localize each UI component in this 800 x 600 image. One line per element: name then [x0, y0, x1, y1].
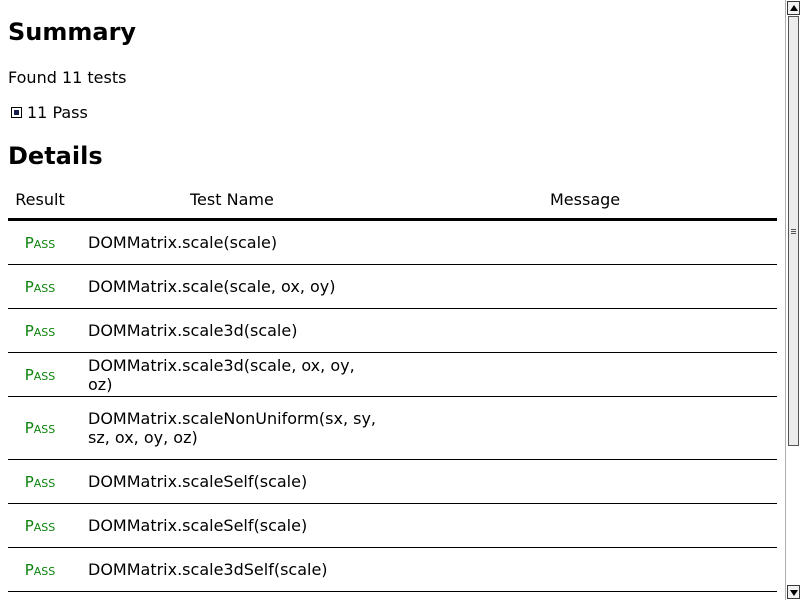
message-cell — [392, 219, 777, 265]
test-results-page: Summary Found 11 tests 11 Pass Details R… — [0, 0, 784, 600]
result-cell: Pass — [8, 547, 72, 592]
message-column-header: Message — [392, 180, 777, 221]
result-cell: Pass — [8, 396, 72, 460]
test-name-text: DOMMatrix.scaleNonUniform(sx, sy, sz, ox… — [88, 409, 377, 447]
pass-filter[interactable]: 11 Pass — [11, 103, 88, 122]
scrollbar-thumb[interactable] — [788, 16, 799, 446]
test-name-cell: DOMMatrix.scale3d(scale) — [72, 308, 392, 353]
pass-count-label: 11 Pass — [27, 103, 88, 122]
test-name-text: DOMMatrix.scale3d(scale) — [88, 321, 298, 340]
result-cell: Pass — [8, 308, 72, 353]
test-name-cell: DOMMatrix.scale3dSelf(scale) — [72, 547, 392, 592]
table-row: Pass DOMMatrix.scale3d(scale) — [8, 308, 777, 353]
test-name-text: DOMMatrix.scale3d(scale, ox, oy, oz) — [88, 355, 355, 394]
table-row: Pass DOMMatrix.scale(scale) — [8, 219, 777, 265]
result-cell: Pass — [8, 264, 72, 309]
test-name-text: DOMMatrix.scaleSelf(scale) — [88, 516, 308, 535]
arrow-up-icon — [790, 5, 798, 11]
grip-line — [791, 231, 796, 232]
test-name-cell: DOMMatrix.scaleSelf(scale) — [72, 503, 392, 548]
test-name-cell: DOMMatrix.scale(scale) — [72, 219, 392, 265]
pass-checkbox[interactable] — [11, 107, 22, 118]
message-cell — [392, 308, 777, 353]
result-cell: Pass — [8, 459, 72, 504]
table-row: Pass DOMMatrix.scale(scale, ox, oy) — [8, 264, 777, 309]
test-name-text: DOMMatrix.scaleSelf(scale) — [88, 472, 308, 491]
test-name-column-header: Test Name — [72, 180, 392, 221]
message-cell — [392, 547, 777, 592]
test-name-cell: DOMMatrix.scale3d(scale, ox, oy, oz) — [72, 352, 392, 397]
arrow-down-icon — [790, 590, 798, 596]
test-name-cell: DOMMatrix.scaleSelf(scale) — [72, 459, 392, 504]
message-cell — [392, 503, 777, 548]
test-name-text: DOMMatrix.scale(scale) — [88, 233, 278, 252]
details-heading: Details — [8, 142, 103, 170]
message-cell — [392, 264, 777, 309]
grip-line — [791, 233, 796, 234]
message-cell — [392, 352, 777, 397]
scroll-up-button[interactable] — [787, 1, 800, 15]
summary-heading: Summary — [8, 18, 137, 46]
vertical-scrollbar[interactable] — [785, 0, 800, 600]
found-tests-text: Found 11 tests — [8, 68, 127, 87]
result-cell: Pass — [8, 352, 72, 397]
test-name-text: DOMMatrix.scale(scale, ox, oy) — [88, 277, 336, 296]
message-cell — [392, 396, 777, 460]
scroll-down-button[interactable] — [787, 585, 800, 599]
result-cell: Pass — [8, 503, 72, 548]
table-row: Pass DOMMatrix.scaleNonUniform(sx, sy, s… — [8, 396, 777, 460]
result-column-header: Result — [8, 180, 72, 221]
table-row: Pass DOMMatrix.scale3d(scale, ox, oy, oz… — [8, 352, 777, 397]
table-row: Pass DOMMatrix.scaleSelf(scale) — [8, 503, 777, 548]
result-cell: Pass — [8, 219, 72, 265]
grip-line — [791, 229, 796, 230]
table-row: Pass DOMMatrix.scale3dSelf(scale) — [8, 547, 777, 592]
results-table: Result Test Name Message Pass DOMMatrix.… — [8, 180, 777, 592]
table-header-row: Result Test Name Message — [8, 180, 777, 221]
message-cell — [392, 459, 777, 504]
test-name-cell: DOMMatrix.scale(scale, ox, oy) — [72, 264, 392, 309]
table-row: Pass DOMMatrix.scaleSelf(scale) — [8, 459, 777, 504]
test-name-text: DOMMatrix.scale3dSelf(scale) — [88, 560, 328, 579]
test-name-cell: DOMMatrix.scaleNonUniform(sx, sy, sz, ox… — [72, 396, 392, 460]
